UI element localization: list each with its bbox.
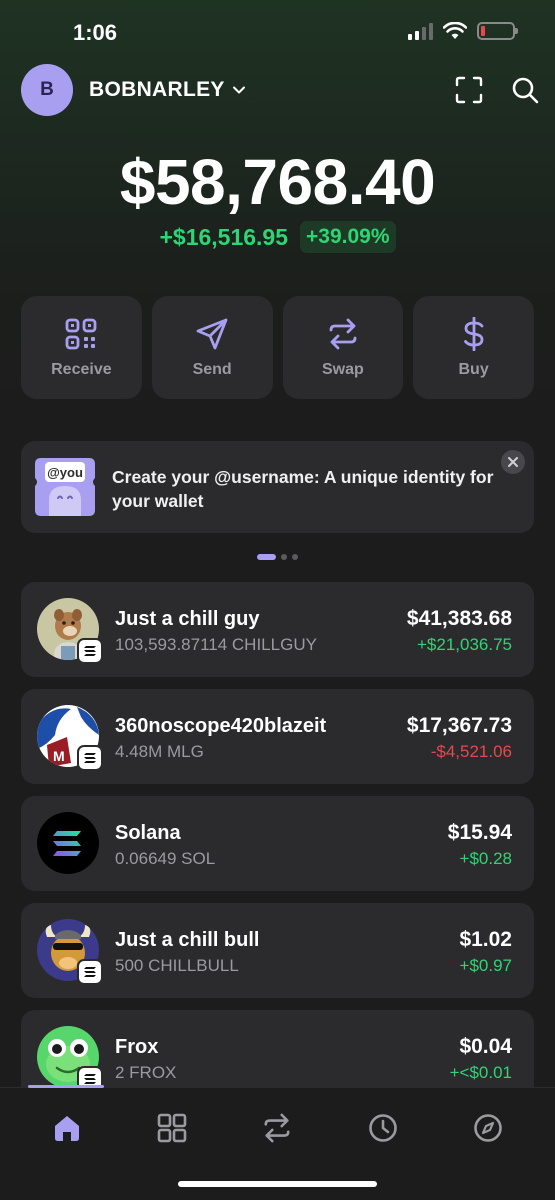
- token-name: Just a chill bull: [115, 929, 260, 951]
- scan-button[interactable]: [453, 74, 485, 106]
- username-banner[interactable]: @you Create your @username: A unique ide…: [21, 441, 534, 533]
- token-change: +<$0.01: [449, 1063, 512, 1082]
- token-row-mlg[interactable]: M 360noscope420blazeit 4.48M MLG $17,367…: [21, 689, 534, 784]
- balance-change-percent: +39.09%: [300, 221, 396, 253]
- total-balance: $58,768.40: [119, 146, 436, 218]
- token-name: Frox: [115, 1036, 159, 1058]
- token-change: -$4,521.06: [430, 742, 512, 761]
- solana-logo-icon: [37, 812, 99, 874]
- token-amount: 103,593.87114 CHILLGUY: [115, 635, 317, 654]
- nav-home[interactable]: [45, 1108, 89, 1148]
- chevron-down-icon: [232, 86, 245, 94]
- nav-explore[interactable]: [466, 1108, 510, 1148]
- compass-icon: [474, 1114, 503, 1142]
- token-change: +$0.28: [459, 849, 512, 868]
- header-actions: [453, 74, 541, 106]
- token-name: Solana: [115, 822, 181, 844]
- swap-icon: [264, 1113, 291, 1143]
- carousel-dot: [281, 554, 287, 560]
- signal-icon: [408, 22, 433, 40]
- token-name: Just a chill guy: [115, 608, 260, 630]
- banner-image-text: @you: [47, 465, 83, 480]
- nav-active-indicator: [28, 1085, 104, 1088]
- account-switcher[interactable]: BOBNARLEY: [89, 78, 247, 102]
- token-amount: 0.06649 SOL: [115, 849, 216, 868]
- swap-label: Swap: [321, 360, 364, 378]
- banner-text: Create your @username: A unique identity…: [112, 467, 494, 511]
- grid-icon: [157, 1113, 187, 1143]
- receive-label: Receive: [51, 360, 112, 378]
- action-buttons: Receive Send Swap Buy: [21, 296, 534, 399]
- token-name: 360noscope420blazeit: [115, 715, 327, 737]
- carousel-dot-active: [257, 554, 276, 560]
- wallet-screen: 1:06 B BOBNARLEY $58,768.40 +$16,516.95 …: [0, 0, 555, 1200]
- token-row-chillbull[interactable]: Just a chill bull 500 CHILLBULL $1.02 +$…: [21, 903, 534, 998]
- balance-change: +$16,516.95 +39.09%: [0, 221, 555, 253]
- buy-label: Buy: [458, 360, 489, 378]
- search-icon: [512, 77, 539, 104]
- status-time: 1:06: [73, 20, 118, 45]
- close-icon: [508, 457, 518, 467]
- token-value: $0.04: [459, 1035, 512, 1058]
- swap-button[interactable]: Swap: [282, 296, 404, 399]
- send-icon: [196, 318, 228, 349]
- carousel-dot: [292, 554, 298, 560]
- solana-chain-badge-icon: [77, 959, 103, 985]
- balance-change-amount: +$16,516.95: [159, 223, 289, 250]
- carousel-dots[interactable]: [0, 554, 555, 560]
- swap-icon: [329, 318, 357, 349]
- buy-button[interactable]: Buy: [413, 296, 534, 399]
- scan-icon: [455, 76, 483, 104]
- token-amount: 500 CHILLBULL: [115, 956, 239, 975]
- svg-text:M: M: [53, 748, 65, 764]
- battery-icon: [477, 22, 518, 40]
- token-value: $1.02: [459, 928, 512, 951]
- clock-icon: [369, 1114, 397, 1142]
- token-change: +$21,036.75: [416, 635, 512, 654]
- token-value: $15.94: [447, 821, 512, 844]
- search-button[interactable]: [509, 74, 541, 106]
- avatar[interactable]: B: [21, 64, 73, 116]
- username-illustration: @you: [35, 458, 95, 516]
- token-list: Just a chill guy 103,593.87114 CHILLGUY …: [21, 582, 534, 1117]
- token-change: +$0.97: [459, 956, 512, 975]
- nav-activity[interactable]: [361, 1108, 405, 1148]
- qr-code-icon: [65, 318, 97, 349]
- token-row-solana[interactable]: Solana 0.06649 SOL $15.94 +$0.28: [21, 796, 534, 891]
- token-amount: 4.48M MLG: [115, 742, 204, 761]
- token-row-chillguy[interactable]: Just a chill guy 103,593.87114 CHILLGUY …: [21, 582, 534, 677]
- account-header: B BOBNARLEY: [21, 64, 541, 116]
- dollar-icon: [463, 316, 484, 351]
- nav-collectibles[interactable]: [150, 1108, 194, 1148]
- token-amount: 2 FROX: [115, 1063, 177, 1082]
- nav-swap[interactable]: [255, 1108, 299, 1148]
- solana-chain-badge-icon: [77, 638, 103, 664]
- close-banner-button[interactable]: [501, 450, 525, 474]
- token-value: $41,383.68: [406, 607, 512, 630]
- send-label: Send: [192, 360, 232, 378]
- wifi-icon: [443, 22, 467, 39]
- solana-chain-badge-icon: [77, 745, 103, 771]
- status-icons: [408, 22, 518, 40]
- receive-button[interactable]: Receive: [21, 296, 142, 399]
- send-button[interactable]: Send: [151, 296, 273, 399]
- account-name: BOBNARLEY: [89, 78, 225, 101]
- home-indicator: [178, 1181, 377, 1187]
- token-value: $17,367.73: [406, 714, 512, 737]
- home-icon: [54, 1116, 79, 1141]
